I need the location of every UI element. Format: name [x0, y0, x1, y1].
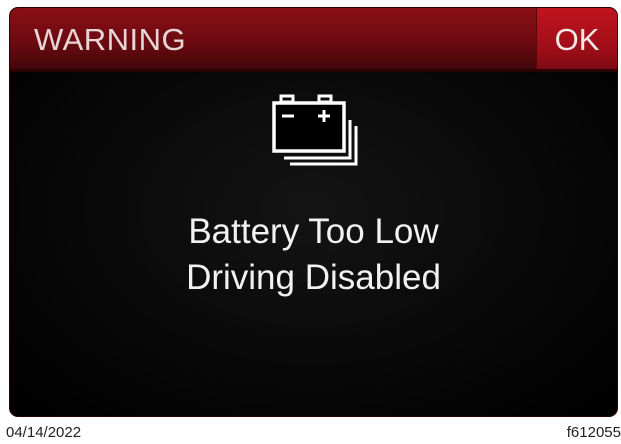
warning-body: Battery Too Low Driving Disabled — [10, 72, 617, 416]
ok-button[interactable]: OK — [536, 8, 617, 72]
warning-header: WARNING OK — [10, 8, 617, 72]
warning-title: WARNING — [34, 22, 187, 57]
warning-message-line-2: Driving Disabled — [186, 258, 441, 297]
figure-id: f612055 — [566, 424, 621, 441]
document-date: 04/14/2022 — [6, 424, 82, 441]
ok-button-label: OK — [554, 22, 600, 57]
warning-screen: WARNING OK Battery Too Low Driving Disab… — [10, 8, 617, 416]
warning-message-line-1: Battery Too Low — [188, 212, 439, 251]
battery-icon — [272, 94, 358, 166]
